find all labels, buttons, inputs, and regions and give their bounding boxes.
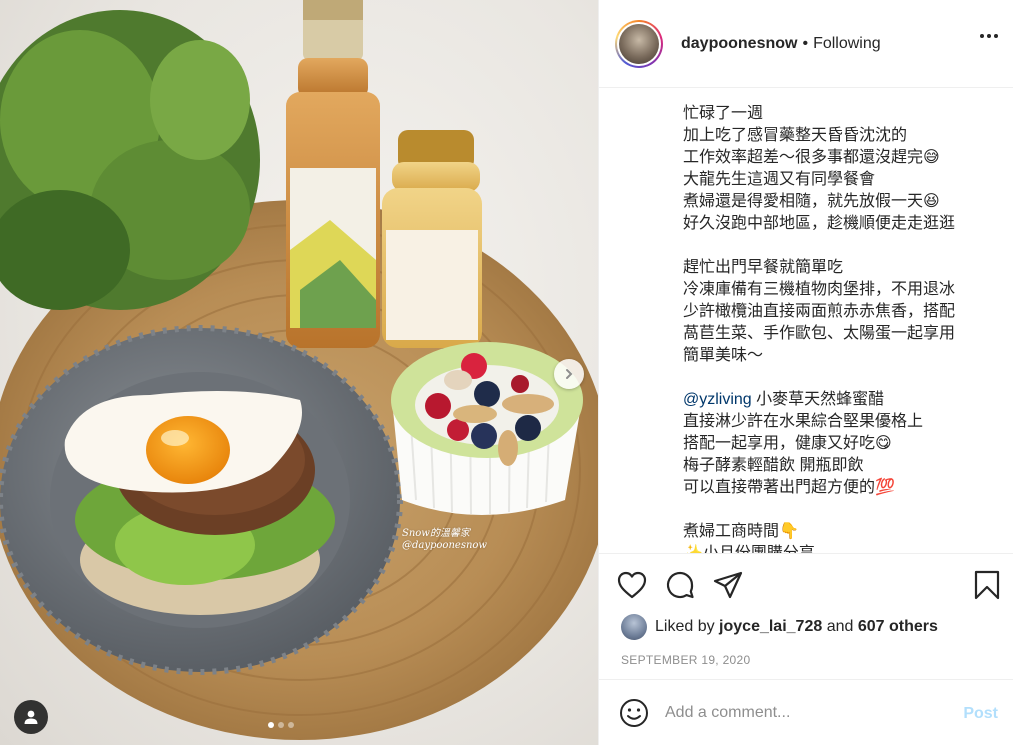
heart-icon[interactable] (617, 571, 647, 599)
carousel-dot (268, 722, 274, 728)
liker-avatar[interactable] (621, 614, 647, 640)
caption-mention-line: @yzliving 小麥草天然蜂蜜醋 (683, 389, 1003, 411)
burger (64, 391, 335, 615)
separator-dot: • (802, 34, 809, 52)
bookmark-icon (974, 570, 1000, 600)
comment-input[interactable] (665, 703, 945, 722)
caption-line: 加上吃了感冒藥整天昏昏沈沈的 (683, 127, 908, 144)
caption-line: 搭配一起享用，健康又好吃😋 (683, 435, 892, 452)
honey-vinegar-bottle (286, 0, 380, 348)
post-header: daypoonesnow • Following (599, 0, 1013, 88)
caption-scroll-area[interactable]: 忙碌了一週 加上吃了感冒藥整天昏昏沈沈的 工作效率超差～很多事都還沒趕完😅 大龍… (599, 89, 1013, 553)
carousel-dot (288, 722, 294, 728)
caption-line: 煮婦工商時間👇 (683, 523, 799, 540)
emoji-icon[interactable] (619, 698, 649, 728)
carousel-next-button[interactable] (554, 359, 584, 389)
post-photo[interactable]: Snow的溫馨家 @daypoonesnow (0, 0, 598, 745)
caption-line: 直接淋少許在水果綜合堅果優格上 (683, 413, 924, 430)
comment-icon[interactable] (665, 570, 695, 600)
post-actions: Liked by joyce_lai_728 and 607 others SE… (599, 553, 1013, 679)
user-icon (24, 710, 38, 724)
likes-summary: Liked by joyce_lai_728 and 607 others (621, 614, 938, 640)
food-photo-scene (0, 0, 598, 740)
liked-middle: and (826, 618, 854, 635)
caption-line: 少許橄欖油直接兩面煎赤赤焦香，搭配 (683, 303, 956, 320)
save-button[interactable] (974, 570, 1000, 600)
username-link[interactable]: daypoonesnow (681, 35, 797, 53)
caption-line: 工作效率超差～很多事都還沒趕完😅 (683, 149, 940, 166)
action-icons (617, 570, 743, 600)
caption-line: 趕忙出門早餐就簡單吃 (683, 259, 844, 276)
post-comment-button[interactable]: Post (963, 705, 998, 723)
caption-line: 簡單美味～ (683, 347, 764, 364)
tagged-users-button[interactable] (14, 700, 48, 734)
caption-line: 梅子酵素輕醋飲 開瓶即飲 (683, 457, 864, 474)
caption-line: 冷凍庫備有三機植物肉堡排，不用退冰 (683, 281, 956, 298)
chevron-right-icon (566, 369, 573, 379)
more-options-icon[interactable] (980, 34, 998, 38)
post-date[interactable]: SEPTEMBER 19, 2020 (621, 653, 750, 667)
avatar[interactable] (615, 19, 663, 68)
caption-line: ✨小月份團購分享 (683, 543, 1003, 553)
liked-user-link[interactable]: joyce_lai_728 (719, 618, 822, 636)
avatar-image (619, 23, 659, 64)
avatar-frame (617, 21, 661, 66)
caption-line-text: 小麥草天然蜂蜜醋 (751, 391, 885, 408)
caption-line: 好久沒跑中部地區，趁機順便走走逛逛 (683, 215, 956, 232)
liked-prefix: Liked by (655, 618, 715, 635)
caption-line: 萵苣生菜、手作歐包、太陽蛋一起享用 (683, 325, 956, 342)
photo-watermark: Snow的溫馨家 @daypoonesnow (402, 528, 487, 552)
mention-link[interactable]: @yzliving (683, 391, 752, 408)
caption-line: 大龍先生這週又有同學餐會 (683, 171, 876, 188)
watermark-line: Snow的溫馨家 (402, 528, 470, 539)
liked-others-link[interactable]: 607 others (858, 618, 938, 636)
watermark-line: @daypoonesnow (402, 540, 487, 551)
post-details-panel: daypoonesnow • Following 忙碌了一週 加上吃了感冒藥整天… (598, 0, 1013, 745)
share-icon[interactable] (713, 571, 743, 599)
carousel-dot (278, 722, 284, 728)
juice-bottle (382, 130, 482, 348)
caption-line: 忙碌了一週 (683, 105, 764, 122)
comment-form: Post (599, 679, 1013, 745)
carousel-indicator (268, 722, 294, 728)
caption-line: 煮婦還是得愛相隨，就先放假一天😆 (683, 193, 940, 210)
following-button[interactable]: Following (813, 35, 881, 53)
caption-text: 忙碌了一週 加上吃了感冒藥整天昏昏沈沈的 工作效率超差～很多事都還沒趕完😅 大龍… (683, 103, 1003, 553)
caption-line: 可以直接帶著出門超方便的💯 (683, 479, 895, 496)
